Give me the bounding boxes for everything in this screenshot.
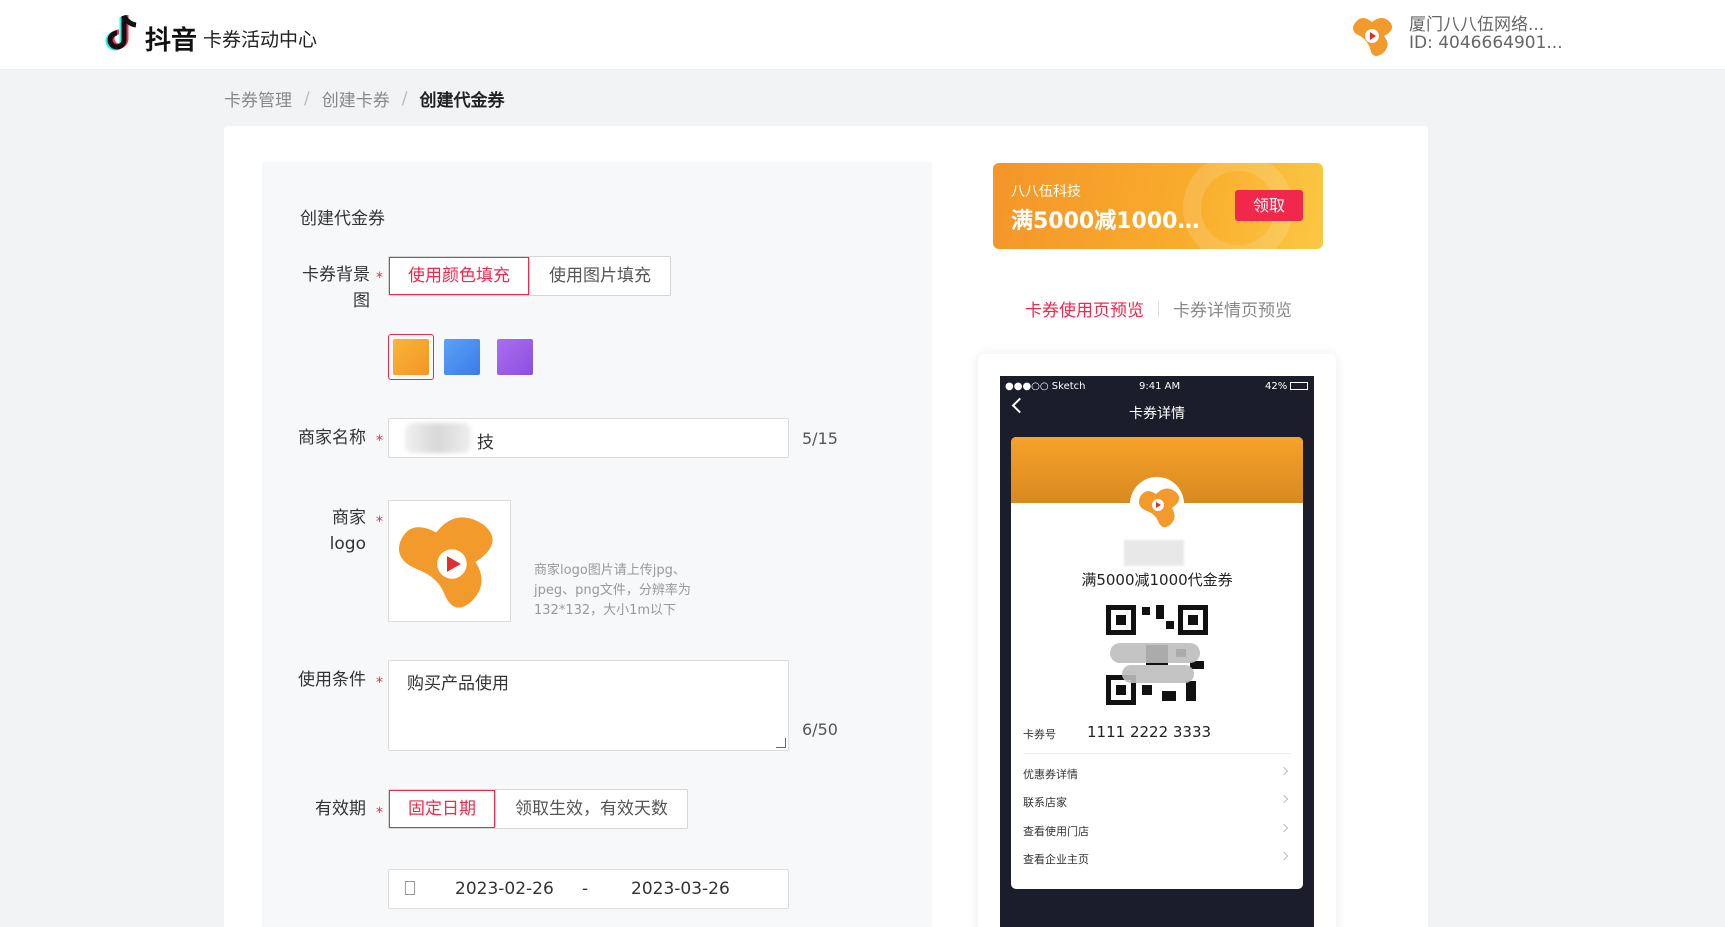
- conditions-value: 购买产品使用: [407, 674, 509, 694]
- chevron-right-icon: [1279, 766, 1289, 776]
- merchant-name-label: 商家名称: [298, 428, 366, 448]
- detail-logo: [1130, 477, 1184, 531]
- option-image-fill[interactable]: 使用图片填充: [529, 257, 670, 295]
- merchant-logo-image: [398, 517, 493, 608]
- required-mark: *: [376, 675, 383, 691]
- douyin-logo-icon[interactable]: [104, 14, 140, 54]
- resize-grip-icon[interactable]: [776, 738, 786, 748]
- option-color-fill[interactable]: 使用颜色填充: [389, 257, 529, 295]
- redacted-merchant-name: [1124, 540, 1184, 566]
- date-range-separator: -: [582, 879, 589, 899]
- required-mark: *: [376, 270, 383, 286]
- battery-icon: [1290, 382, 1308, 390]
- option-days-after-claim[interactable]: 领取生效，有效天数: [495, 790, 687, 828]
- signal-carrier: ●●●○○ Sketch: [1005, 381, 1086, 392]
- required-mark: *: [376, 433, 383, 449]
- start-date[interactable]: 2023-02-26: [455, 879, 554, 899]
- form-title: 创建代金券: [300, 209, 385, 229]
- validity-label: 有效期: [315, 799, 366, 819]
- app-subtitle: 卡券活动中心: [203, 29, 318, 51]
- conditions-label: 使用条件: [298, 670, 366, 690]
- background-type-toggle: 使用颜色填充 使用图片填充: [388, 256, 671, 296]
- coupon-title: 满5000减1000代...: [1011, 209, 1206, 234]
- account-avatar[interactable]: [1350, 12, 1396, 58]
- coupon-brand: 八八伍科技: [1011, 184, 1081, 200]
- logo-upload-hint: 商家logo图片请上传jpg、jpeg、png文件，分辨率为132*132，大小…: [534, 563, 691, 618]
- calendar-icon: [405, 881, 415, 895]
- battery-percent: 42%: [1265, 381, 1288, 392]
- menu-contact-store[interactable]: 联系店家: [1023, 794, 1291, 810]
- conditions-textarea[interactable]: 购买产品使用: [388, 660, 789, 751]
- swatch-purple[interactable]: [492, 334, 538, 380]
- redacted-text: [405, 423, 471, 453]
- breadcrumb-separator: /: [401, 88, 408, 109]
- breadcrumb-current: 创建代金券: [419, 91, 505, 111]
- chevron-right-icon: [1279, 823, 1289, 833]
- background-label: 卡券背景图: [302, 265, 370, 311]
- top-bar: 抖音 卡券活动中心 厦门八八伍网络... ID: 4046664901...: [0, 0, 1725, 70]
- detail-coupon-title: 满5000减1000代金券: [1081, 571, 1233, 589]
- account-id: ID: 4046664901...: [1409, 33, 1563, 53]
- merchant-name-input[interactable]: 技: [388, 418, 789, 458]
- chevron-right-icon: [1279, 794, 1289, 804]
- swatch-orange[interactable]: [388, 334, 434, 380]
- tab-detail-preview[interactable]: 卡券详情页预览: [1173, 296, 1292, 321]
- card-number-label: 卡券号: [1023, 728, 1056, 741]
- swatch-blue[interactable]: [439, 334, 485, 380]
- breadcrumb: 卡券管理 / 创建卡券 / 创建代金券: [224, 86, 505, 112]
- logo-upload[interactable]: [388, 500, 511, 622]
- tab-usage-preview[interactable]: 卡券使用页预览: [1025, 296, 1144, 321]
- conditions-counter: 6/50: [802, 720, 838, 739]
- preview-tabs: 卡券使用页预览 卡券详情页预览: [1025, 296, 1292, 321]
- merchant-logo-icon: [1138, 488, 1180, 528]
- coupon-detail-card: 满5000减1000代金券 卡券号 1111 2222 3333 优惠券详情 联…: [1011, 437, 1303, 889]
- breadcrumb-card-management[interactable]: 卡券管理: [224, 86, 292, 111]
- merchant-name-counter: 5/15: [802, 429, 838, 448]
- qr-code-icon: [1106, 605, 1208, 705]
- breadcrumb-create-card[interactable]: 创建卡券: [322, 86, 390, 111]
- merchant-name-value: 技: [477, 433, 494, 453]
- card-number-value: 1111 2222 3333: [1087, 723, 1212, 741]
- validity-type-toggle: 固定日期 领取生效，有效天数: [388, 789, 688, 829]
- phone-nav-title: 卡券详情: [1129, 406, 1185, 422]
- claim-button[interactable]: 领取: [1235, 190, 1303, 221]
- end-date[interactable]: 2023-03-26: [631, 879, 730, 899]
- date-range-picker[interactable]: 2023-02-26 - 2023-03-26: [388, 869, 789, 909]
- status-time: 9:41 AM: [1139, 381, 1181, 392]
- menu-coupon-details[interactable]: 优惠券详情: [1023, 766, 1291, 782]
- phone-status-bar: ●●●○○ Sketch 9:41 AM 42%: [1000, 378, 1314, 394]
- phone-preview: ●●●○○ Sketch 9:41 AM 42% 卡券详情 满5000减1000…: [1000, 376, 1314, 927]
- chevron-right-icon: [1279, 851, 1289, 861]
- brand-name: 抖音: [145, 26, 198, 56]
- coupon-preview-banner: 八八伍科技 满5000减1000代... 领取: [993, 163, 1323, 249]
- merchant-logo-label: 商家logo: [329, 508, 366, 554]
- menu-view-stores[interactable]: 查看使用门店: [1023, 823, 1291, 839]
- tab-divider: [1158, 300, 1159, 317]
- menu-company-home[interactable]: 查看企业主页: [1023, 851, 1291, 867]
- option-fixed-date[interactable]: 固定日期: [389, 790, 495, 828]
- required-mark: *: [376, 514, 383, 530]
- required-mark: *: [376, 805, 383, 821]
- account-name: 厦门八八伍网络...: [1409, 15, 1545, 35]
- breadcrumb-separator: /: [304, 88, 310, 109]
- divider: [1023, 753, 1291, 754]
